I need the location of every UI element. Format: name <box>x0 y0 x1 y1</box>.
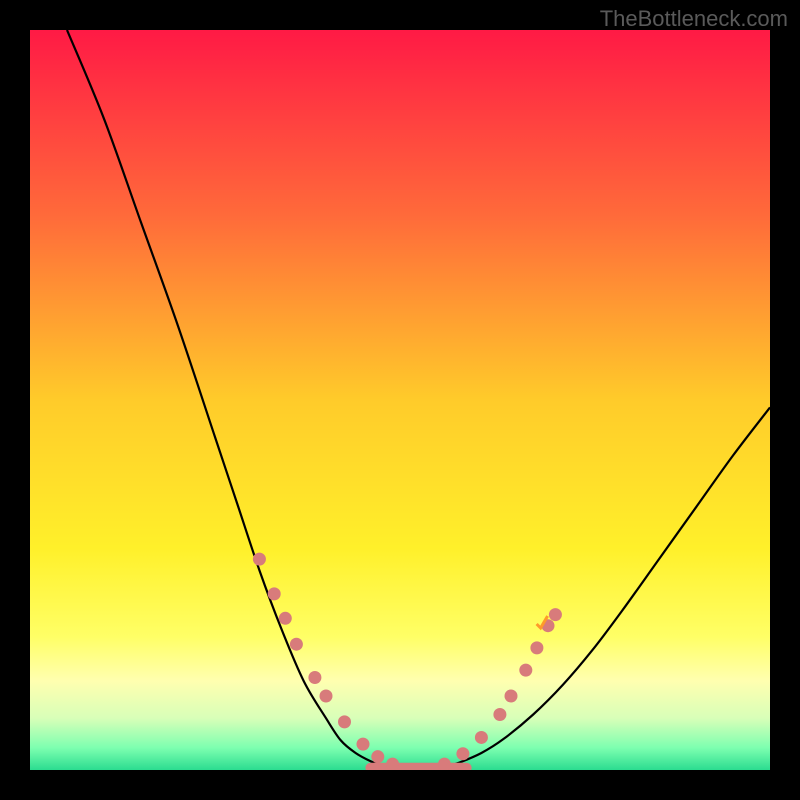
scatter-point <box>505 690 518 703</box>
chart-container: TheBottleneck.com <box>0 0 800 800</box>
scatter-point <box>338 715 351 728</box>
scatter-point <box>268 587 281 600</box>
scatter-point <box>530 641 543 654</box>
bottleneck-chart <box>0 0 800 800</box>
scatter-point <box>371 750 384 763</box>
scatter-point <box>475 731 488 744</box>
scatter-point <box>519 664 532 677</box>
scatter-point <box>290 638 303 651</box>
scatter-point <box>456 747 469 760</box>
plot-background <box>30 30 770 770</box>
watermark-text: TheBottleneck.com <box>600 6 788 32</box>
scatter-point <box>279 612 292 625</box>
scatter-point <box>308 671 321 684</box>
scatter-point <box>357 738 370 751</box>
scatter-point <box>493 708 506 721</box>
scatter-point <box>438 758 451 771</box>
scatter-point <box>320 690 333 703</box>
scatter-point <box>253 553 266 566</box>
scatter-point <box>549 608 562 621</box>
scatter-point <box>386 758 399 771</box>
